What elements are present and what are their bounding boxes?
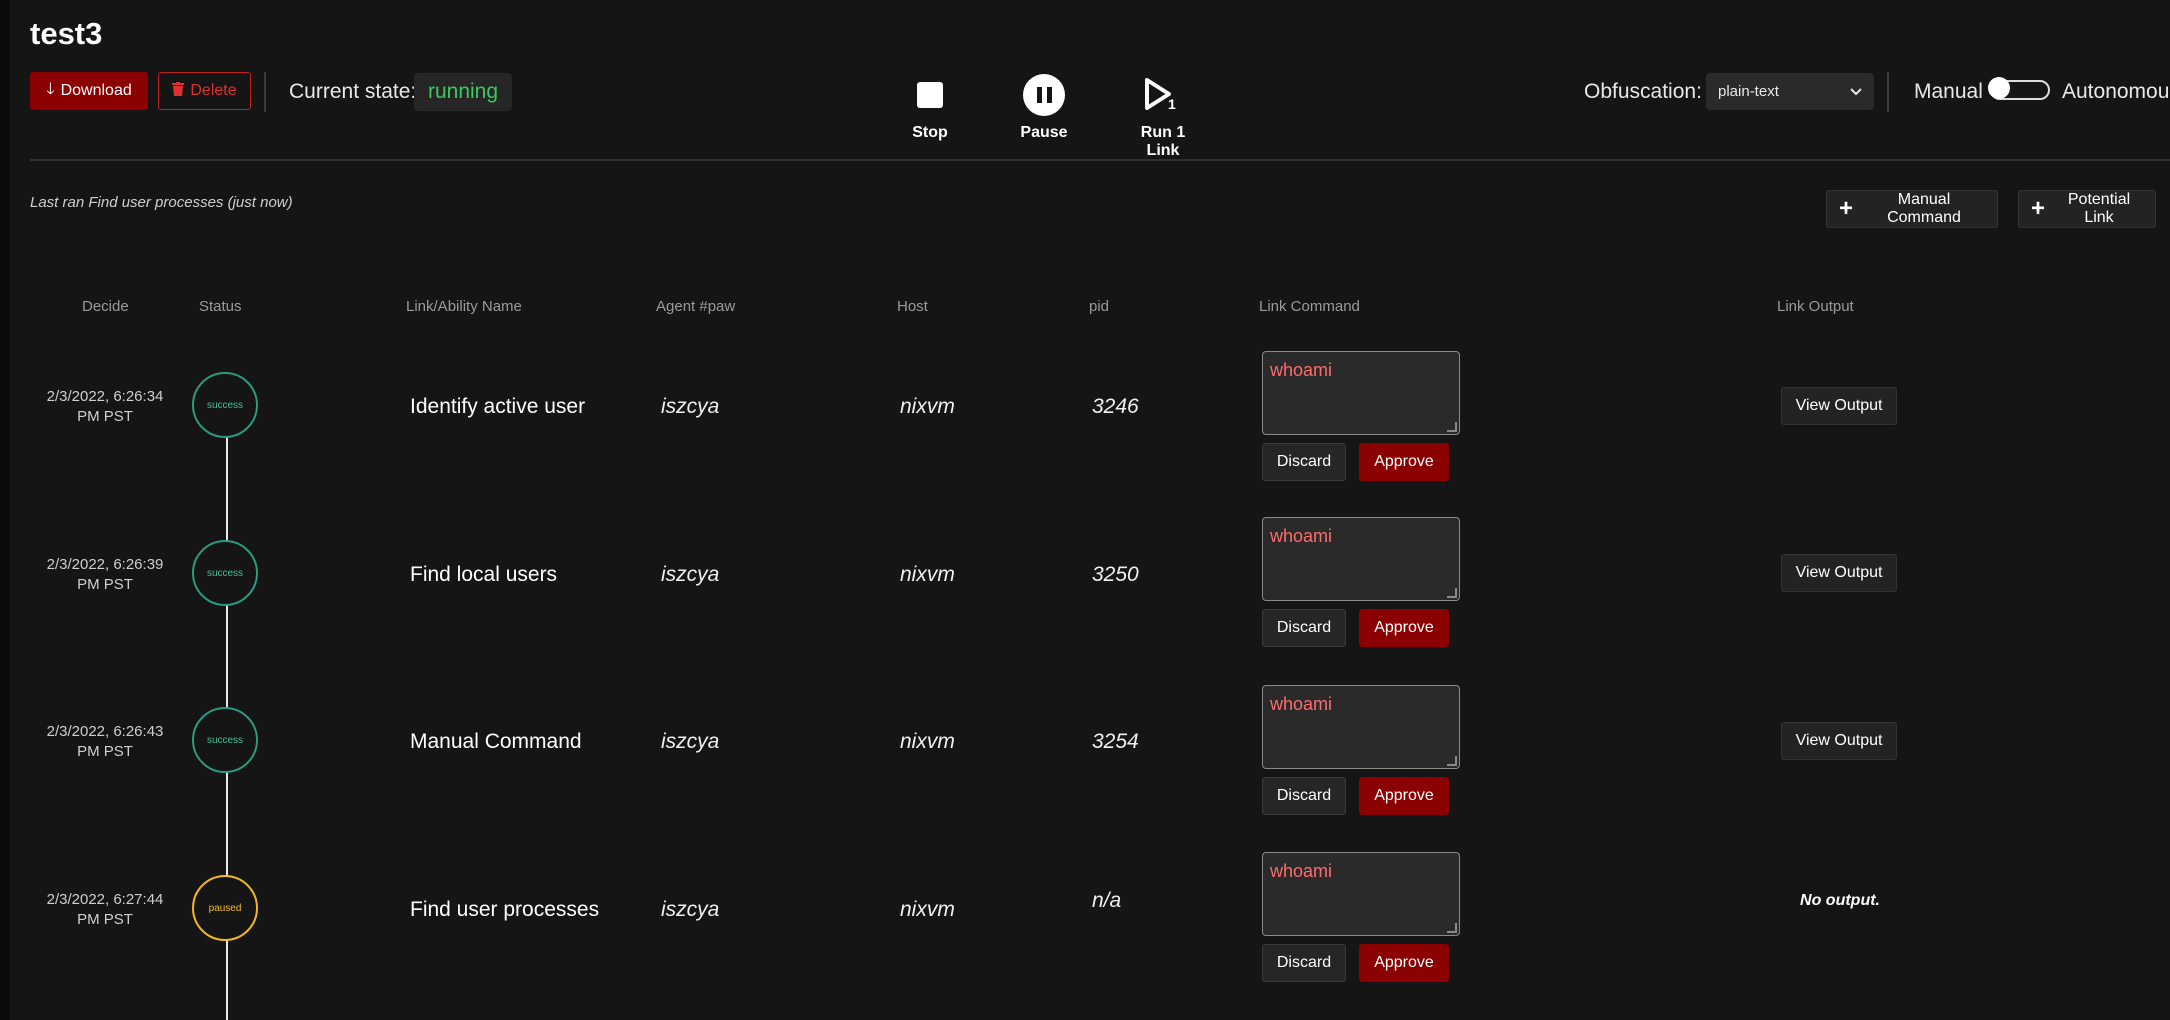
toolbar-divider: [264, 72, 266, 112]
header-output: Link Output: [1777, 298, 1854, 315]
link-name: Find user processes: [410, 898, 600, 921]
link-command-input[interactable]: whoami: [1262, 517, 1460, 601]
status-badge: success: [192, 540, 258, 606]
row-timestamp: 2/3/2022, 6:27:44 PM PST: [46, 891, 164, 928]
state-label: Current state:: [289, 80, 417, 103]
agent-paw: iszcya: [661, 898, 720, 921]
status-badge: success: [192, 707, 258, 773]
discard-button[interactable]: Discard: [1262, 777, 1346, 815]
trash-icon: [172, 81, 185, 101]
discard-button[interactable]: Discard: [1262, 944, 1346, 982]
stop-control[interactable]: Stop: [905, 74, 955, 142]
header-name: Link/Ability Name: [406, 298, 522, 315]
header-host: Host: [897, 298, 928, 315]
potential-link-button[interactable]: + Potential Link: [2018, 190, 2156, 228]
pid: 3246: [1092, 395, 1139, 418]
link-command-input[interactable]: whoami: [1262, 852, 1460, 936]
view-output-button[interactable]: View Output: [1781, 387, 1897, 425]
pid: 3254: [1092, 730, 1139, 753]
delete-label: Delete: [190, 82, 237, 99]
table-row: 2/3/2022, 6:26:43 PM PST success Manual …: [0, 685, 2170, 853]
row-timestamp: 2/3/2022, 6:26:39 PM PST: [46, 556, 164, 593]
download-button[interactable]: 🡓 Download: [30, 72, 148, 110]
link-command-input[interactable]: whoami: [1262, 685, 1460, 769]
pause-icon: [1023, 74, 1065, 116]
link-command-input[interactable]: whoami: [1262, 351, 1460, 435]
run-one-link-control[interactable]: 1 Run 1 Link: [1124, 74, 1202, 160]
toolbar-divider-right: [1887, 72, 1889, 112]
obfuscation-label: Obfuscation:: [1584, 80, 1702, 103]
link-name: Manual Command: [410, 730, 582, 753]
download-label: Download: [60, 82, 132, 99]
discard-button[interactable]: Discard: [1262, 609, 1346, 647]
autonomous-toggle[interactable]: [1988, 77, 2050, 100]
view-output-button[interactable]: View Output: [1781, 722, 1897, 760]
link-name: Find local users: [410, 563, 558, 586]
pid: n/a: [1092, 889, 1122, 912]
pause-control[interactable]: Pause: [1014, 74, 1074, 142]
agent-paw: iszcya: [661, 395, 720, 418]
header-status: Status: [199, 298, 242, 315]
play-icon: 1: [1124, 74, 1202, 116]
host: nixvm: [900, 730, 955, 753]
plus-icon: +: [2031, 195, 2046, 222]
run-label: Run 1 Link: [1140, 124, 1186, 159]
host: nixvm: [900, 395, 955, 418]
no-output-text: No output.: [1800, 892, 1880, 909]
header-pid: pid: [1089, 298, 1110, 315]
stop-label: Stop: [912, 124, 948, 141]
operation-title: test3: [30, 16, 103, 51]
approve-button[interactable]: Approve: [1359, 443, 1449, 481]
potential-link-label: Potential Link: [2067, 191, 2131, 226]
row-timestamp: 2/3/2022, 6:26:43 PM PST: [46, 723, 164, 760]
approve-button[interactable]: Approve: [1359, 777, 1449, 815]
status-badge: success: [192, 372, 258, 438]
delete-button[interactable]: Delete: [158, 72, 251, 110]
run-count: 1: [1168, 96, 1176, 112]
agent-paw: iszcya: [661, 730, 720, 753]
table-row: 2/3/2022, 6:26:34 PM PST success Identif…: [0, 349, 2170, 517]
agent-paw: iszcya: [661, 563, 720, 586]
link-name: Identify active user: [410, 395, 586, 418]
approve-button[interactable]: Approve: [1359, 609, 1449, 647]
manual-label: Manual: [1914, 80, 1983, 103]
view-output-button[interactable]: View Output: [1781, 554, 1897, 592]
host: nixvm: [900, 563, 955, 586]
approve-button[interactable]: Approve: [1359, 944, 1449, 982]
header-command: Link Command: [1259, 298, 1360, 315]
manual-command-button[interactable]: + Manual Command: [1826, 190, 1998, 228]
row-timestamp: 2/3/2022, 6:26:34 PM PST: [46, 388, 164, 425]
autonomous-label: Autonomous: [2062, 80, 2170, 103]
discard-button[interactable]: Discard: [1262, 443, 1346, 481]
header-separator: [30, 159, 2170, 161]
header-decide: Decide: [82, 298, 129, 315]
plus-icon: +: [1839, 195, 1854, 222]
pid: 3250: [1092, 563, 1139, 586]
obfuscation-value: plain-text: [1718, 83, 1779, 100]
download-icon: 🡓: [46, 80, 55, 98]
manual-command-label: Manual Command: [1887, 191, 1961, 226]
state-badge: running: [414, 73, 512, 111]
pause-label: Pause: [1020, 124, 1068, 141]
last-ran-status: Last ran Find user processes (just now): [30, 194, 293, 211]
table-row: 2/3/2022, 6:26:39 PM PST success Find lo…: [0, 517, 2170, 685]
obfuscation-select[interactable]: plain-text: [1706, 73, 1874, 110]
header-paw: Agent #paw: [656, 298, 736, 315]
stop-icon: [917, 82, 943, 108]
host: nixvm: [900, 898, 955, 921]
chevron-down-icon: [1850, 83, 1862, 100]
status-badge: paused: [192, 875, 258, 941]
table-row: 2/3/2022, 6:27:44 PM PST paused Find use…: [0, 852, 2170, 1020]
